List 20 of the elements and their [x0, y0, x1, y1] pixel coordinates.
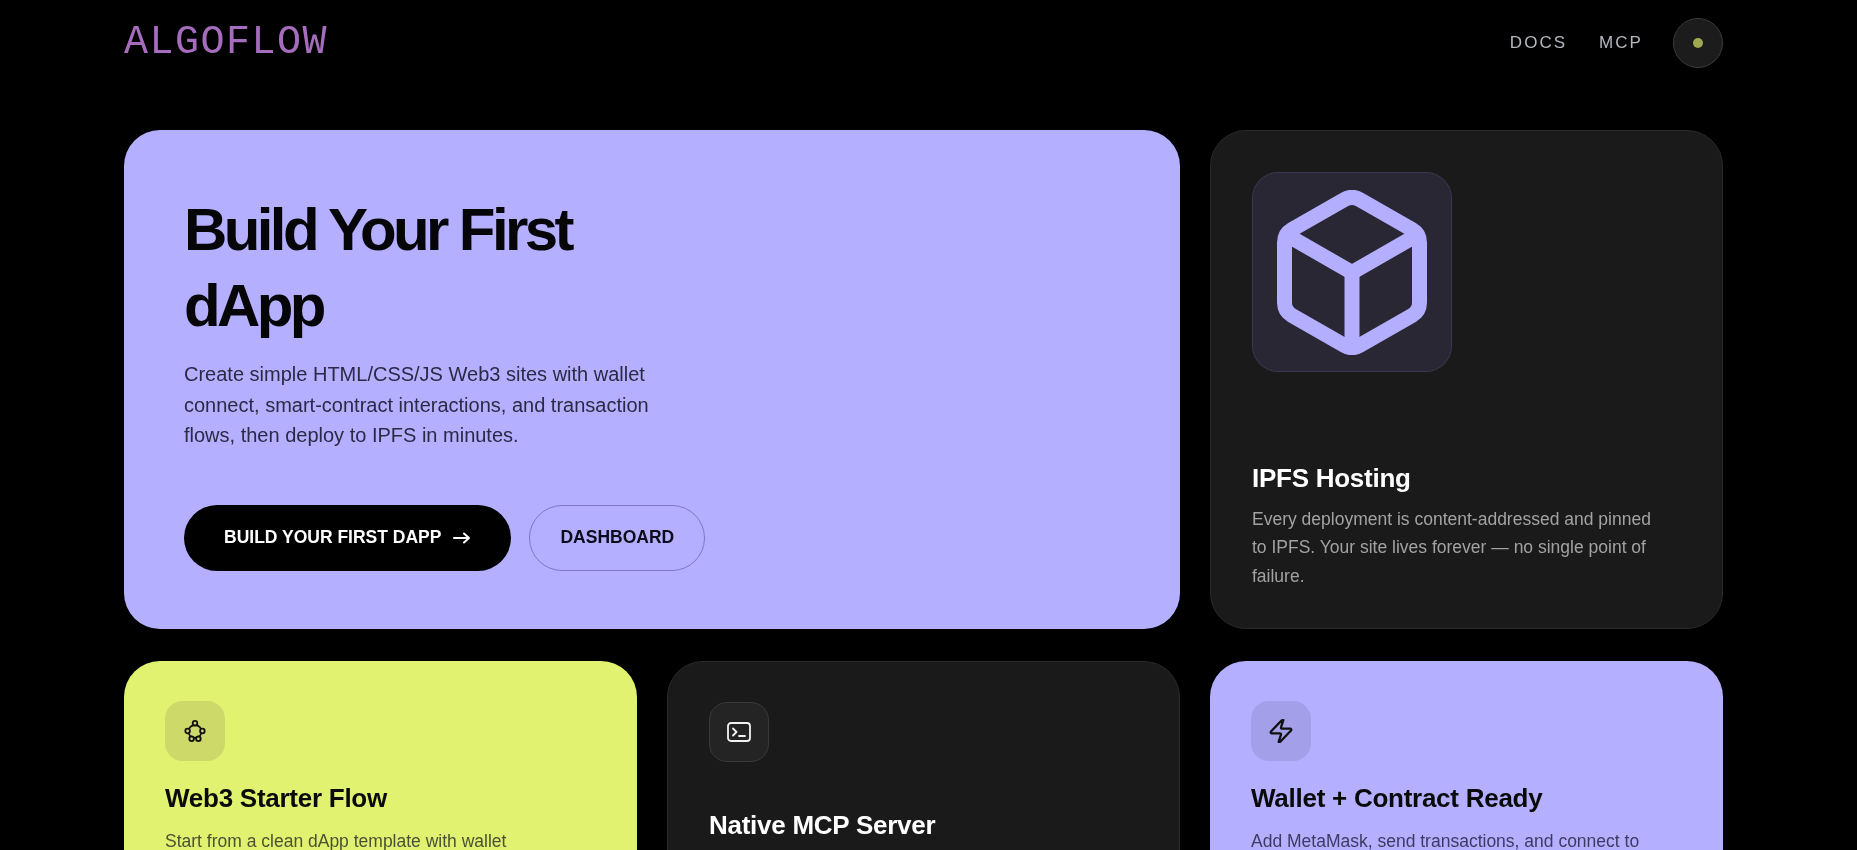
card-description: Every deployment is content-addressed and pinned to IPFS. Your site lives forever — no single point of failure.	[1252, 507, 1652, 588]
hero-description: Create simple HTML/CSS/JS Web3 sites with wallet connect, smart-contract interactions, and transaction flows, then deploy to IPFS in minutes.	[184, 362, 650, 448]
terminal-icon	[709, 702, 769, 762]
card-description: Add MetaMask, send transactions, and connect to	[1251, 830, 1641, 850]
nav-link[interactable]: MCP	[1599, 33, 1643, 53]
card-title: Wallet + Contract Ready	[1251, 782, 1544, 814]
nodes-icon	[165, 701, 225, 761]
card-title: Web3 Starter Flow	[165, 782, 388, 814]
status-button[interactable]	[1673, 18, 1723, 68]
lightning-icon	[1251, 701, 1311, 761]
card-title: IPFS Hosting	[1252, 461, 1412, 494]
logo[interactable]: ALGOFLOW	[124, 23, 329, 63]
hero-title: Build Your First dApp	[184, 195, 573, 341]
cube-icon	[1252, 172, 1452, 372]
card-description: Start from a clean dApp template with wallet	[165, 830, 508, 850]
nav-link[interactable]: DOCS	[1509, 33, 1568, 53]
arrow-right-icon	[453, 531, 472, 544]
build-dapp-button[interactable]: BUILD YOUR FIRST DAPP	[184, 504, 512, 571]
card-title: Native MCP Server	[709, 809, 937, 841]
status-dot-icon	[1693, 38, 1703, 48]
